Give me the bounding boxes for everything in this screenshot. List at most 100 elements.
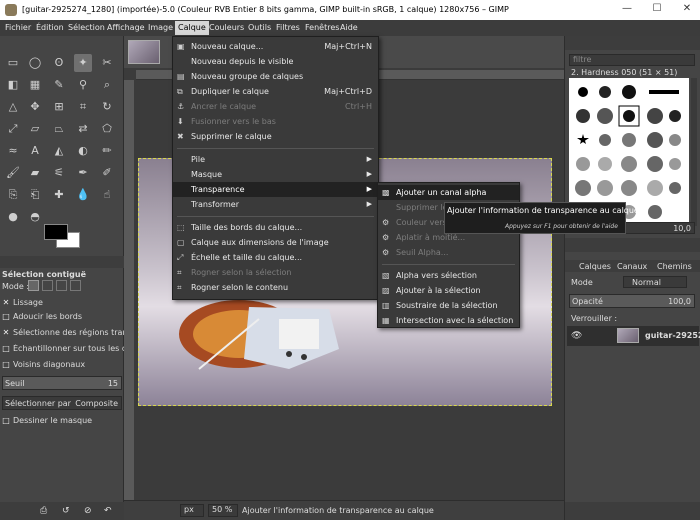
menu-aide[interactable]: Aide (340, 23, 358, 32)
calque_menu-item[interactable]: ▢ Calque aux dimensions de l'image (173, 235, 378, 250)
menu-affichage[interactable]: Affichage (107, 23, 145, 32)
menu-image[interactable]: Image (148, 23, 173, 32)
calque_menu-item[interactable]: Pile ▶ (173, 152, 378, 167)
zoom-icon[interactable]: ⌕ (98, 76, 116, 94)
maximize-button[interactable]: ☐ (650, 3, 664, 17)
menu-fenetres[interactable]: Fenêtres (305, 23, 339, 32)
calque_menu-item[interactable]: ⬚ Taille des bords du calque... (173, 220, 378, 235)
scissors-icon[interactable]: ✂ (98, 54, 116, 72)
ink-icon[interactable]: ✒ (74, 164, 92, 182)
clone-icon[interactable]: ⎘ (4, 186, 22, 204)
calque_menu-item[interactable]: ▣ Nouveau calque... Maj+Ctrl+N (173, 39, 378, 54)
calque_menu-item[interactable]: Masque ▶ (173, 167, 378, 182)
tab-calques[interactable]: Calques (579, 262, 611, 271)
select-by-dropdown[interactable]: Sélectionner par Composite (2, 396, 122, 410)
blur-icon[interactable]: 💧 (74, 186, 92, 204)
align-icon[interactable]: ⊞ (50, 98, 68, 116)
calque_menu-item[interactable]: Transformer ▶ (173, 197, 378, 212)
calque_menu-item[interactable]: ⤢ Échelle et taille du calque... (173, 250, 378, 265)
calque_menu-item[interactable]: ▤ Nouveau groupe de calques (173, 69, 378, 84)
tab-chemins[interactable]: Chemins (657, 262, 692, 271)
calque_menu-item[interactable]: ⌗ Rogner selon le contenu (173, 280, 378, 295)
reset-options-icon[interactable]: ↶ (104, 506, 112, 516)
layer-name[interactable]: guitar-292527 (645, 331, 700, 340)
delete-options-icon[interactable]: ⊘ (84, 506, 92, 516)
transparence_menu-item[interactable]: ▨ Ajouter à la sélection (378, 283, 519, 298)
foreground-select-icon[interactable]: ◧ (4, 76, 22, 94)
eraser-icon[interactable]: ▰ (26, 164, 44, 182)
cage-icon[interactable]: ⬠ (98, 120, 116, 138)
transparence_menu-item[interactable]: ▥ Soustraire de la sélection (378, 298, 519, 313)
rotate-icon[interactable]: ↻ (98, 98, 116, 116)
mypaint-brush-icon[interactable]: ✐ (98, 164, 116, 182)
lasso-icon[interactable]: ʘ (50, 54, 68, 72)
opacity-slider[interactable]: Opacité 100,0 (569, 294, 695, 308)
draw-mask-checkbox[interactable]: □ Dessiner le masque (2, 416, 92, 425)
select-transparent-checkbox[interactable]: ✕Sélectionne des régions transpare (2, 328, 124, 337)
minimize-button[interactable]: — (620, 3, 634, 17)
paths-icon[interactable]: ✎ (50, 76, 68, 94)
calque_menu-item[interactable]: Nouveau depuis le visible (173, 54, 378, 69)
mode-replace-icon[interactable] (28, 280, 39, 291)
tab-canaux[interactable]: Canaux (617, 262, 647, 271)
fuzzy-select-icon[interactable]: ✦ (74, 54, 92, 72)
perspective-clone-icon[interactable]: ⎗ (26, 186, 44, 204)
brush-filter-input[interactable]: filtre (569, 54, 695, 66)
flip-icon[interactable]: ⇄ (74, 120, 92, 138)
feather-checkbox[interactable]: □ Adoucir les bords (2, 312, 82, 321)
vertical-ruler[interactable] (124, 80, 134, 500)
move-icon[interactable]: ✥ (26, 98, 44, 116)
threshold-slider[interactable]: Seuil 15 (2, 376, 122, 390)
calque_menu-item[interactable]: ⧉ Dupliquer le calque Maj+Ctrl+D (173, 84, 378, 99)
zoom-dropdown[interactable]: 50 % (208, 504, 238, 517)
calque_menu-item[interactable]: Transparence ▶ (173, 182, 378, 197)
pencil-icon[interactable]: ✏ (98, 142, 116, 160)
diagonal-checkbox[interactable]: □ Voisins diagonaux (2, 360, 85, 369)
menu-outils[interactable]: Outils (248, 23, 271, 32)
menu-calque[interactable]: Calque (175, 21, 209, 35)
perspective-icon[interactable]: ⏢ (50, 120, 68, 138)
unit-dropdown[interactable]: px (180, 504, 204, 517)
restore-options-icon[interactable]: ↺ (62, 506, 70, 516)
heal-icon[interactable]: ✚ (50, 186, 68, 204)
dodge-icon[interactable]: ◓ (26, 208, 44, 226)
scale-tool-icon[interactable]: ⤢ (4, 120, 22, 138)
mode-intersect-icon[interactable] (70, 280, 81, 291)
color-picker-icon[interactable]: ⚲ (74, 76, 92, 94)
menu-selection[interactable]: Sélection (68, 23, 105, 32)
antialias-checkbox[interactable]: ✕ Lissage (2, 298, 43, 307)
eye-icon[interactable]: 👁 (571, 331, 582, 341)
bucket-fill-icon[interactable]: ◭ (50, 142, 68, 160)
transparence_menu-item[interactable]: ▦ Intersection avec la sélection (378, 313, 519, 328)
smudge-icon[interactable]: ☝ (98, 186, 116, 204)
mode-add-icon[interactable] (42, 280, 53, 291)
warp-icon[interactable]: ≈ (4, 142, 22, 160)
close-button[interactable]: ✕ (680, 3, 694, 17)
color-select-icon[interactable]: ▦ (26, 76, 44, 94)
shear-icon[interactable]: ▱ (26, 120, 44, 138)
rect-select-icon[interactable]: ▭ (4, 54, 22, 72)
calque_menu-item[interactable]: ✖ Supprimer le calque (173, 129, 378, 144)
image-tab-thumbnail[interactable] (128, 40, 160, 64)
save-options-icon[interactable]: ⎙ (40, 506, 47, 516)
sample-merged-checkbox[interactable]: □Échantillonner sur tous les calques (2, 344, 124, 353)
ellipse-select-icon[interactable]: ◯ (26, 54, 44, 72)
transparence_menu-item[interactable]: ▧ Alpha vers sélection (378, 268, 519, 283)
brush-scrollbar[interactable] (691, 78, 697, 226)
menu-edition[interactable]: Édition (36, 23, 64, 32)
text-icon[interactable]: A (26, 142, 44, 160)
mode-buttons[interactable] (28, 280, 88, 292)
paintbrush-icon[interactable]: 🖌 (4, 164, 22, 182)
crop-tool-icon[interactable]: ⌗ (74, 98, 92, 116)
menu-filtres[interactable]: Filtres (276, 23, 300, 32)
transparence_menu-item[interactable]: ▩ Ajouter un canal alpha (378, 185, 519, 200)
layer-mode-dropdown[interactable]: Normal (623, 276, 687, 288)
dodge-burn-icon[interactable]: ● (4, 208, 22, 226)
menu-couleurs[interactable]: Couleurs (209, 23, 244, 32)
airbrush-icon[interactable]: ⚟ (50, 164, 68, 182)
measure-icon[interactable]: △ (4, 98, 22, 116)
mode-subtract-icon[interactable] (56, 280, 67, 291)
menu-fichier[interactable]: Fichier (5, 23, 31, 32)
gradient-icon[interactable]: ◐ (74, 142, 92, 160)
layer-row[interactable]: 👁 guitar-292527 (567, 326, 700, 346)
